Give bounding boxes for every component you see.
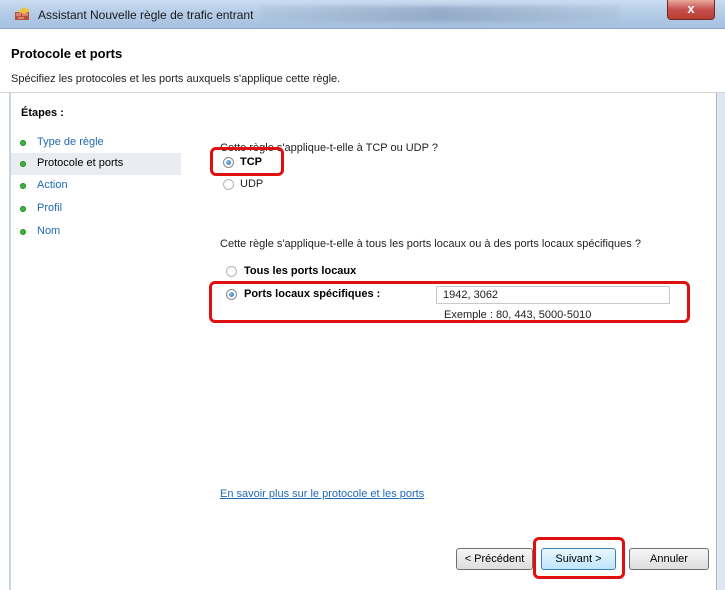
steps-title: Étapes : (21, 107, 64, 119)
step-action[interactable]: Action (11, 175, 181, 197)
background-window-blur (260, 6, 620, 22)
ports-example: Exemple : 80, 443, 5000-5010 (444, 309, 592, 321)
step-type-de-regle[interactable]: Type de règle (11, 132, 181, 154)
all-ports-radio[interactable] (226, 266, 237, 277)
udp-label[interactable]: UDP (240, 178, 263, 190)
wizard-header: Protocole et ports Spécifiez les protoco… (0, 29, 725, 93)
tcp-radio[interactable] (223, 157, 234, 168)
page-title: Protocole et ports (11, 46, 123, 61)
steps-sidebar: Étapes : Type de règle Protocole et port… (11, 93, 181, 590)
step-label: Protocole et ports (37, 157, 124, 169)
window-title: Assistant Nouvelle règle de trafic entra… (38, 8, 254, 22)
tcp-label[interactable]: TCP (240, 156, 262, 168)
cancel-button[interactable]: Annuler (629, 548, 709, 570)
ports-question: Cette règle s'applique-t-elle à tous les… (220, 238, 641, 250)
specific-ports-radio[interactable] (226, 289, 237, 300)
ports-input[interactable]: 1942, 3062 (436, 286, 670, 304)
step-bullet-icon (20, 206, 26, 212)
help-link[interactable]: En savoir plus sur le protocole et les p… (220, 488, 424, 500)
step-label: Profil (37, 202, 63, 214)
step-label: Nom (37, 225, 61, 237)
udp-radio[interactable] (223, 179, 234, 190)
step-nom[interactable]: Nom (11, 221, 181, 243)
specific-ports-label[interactable]: Ports locaux spécifiques : (244, 288, 380, 300)
step-label: Type de règle (37, 136, 104, 148)
step-profil[interactable]: Profil (11, 198, 181, 220)
page-subtitle: Spécifiez les protocoles et les ports au… (11, 73, 341, 85)
back-button[interactable]: < Précédent (456, 548, 533, 570)
step-bullet-icon (20, 140, 26, 146)
step-bullet-icon (20, 183, 26, 189)
step-label: Action (37, 179, 68, 191)
step-bullet-icon (20, 229, 26, 235)
next-button[interactable]: Suivant > (541, 548, 616, 570)
title-bar: Assistant Nouvelle règle de trafic entra… (0, 0, 725, 29)
window-frame-right (716, 93, 725, 590)
step-bullet-icon (20, 161, 26, 167)
close-button[interactable]: x (667, 0, 715, 20)
step-protocole-et-ports[interactable]: Protocole et ports (11, 153, 181, 175)
all-ports-label[interactable]: Tous les ports locaux (244, 265, 356, 277)
firewall-wizard-icon (15, 7, 30, 20)
